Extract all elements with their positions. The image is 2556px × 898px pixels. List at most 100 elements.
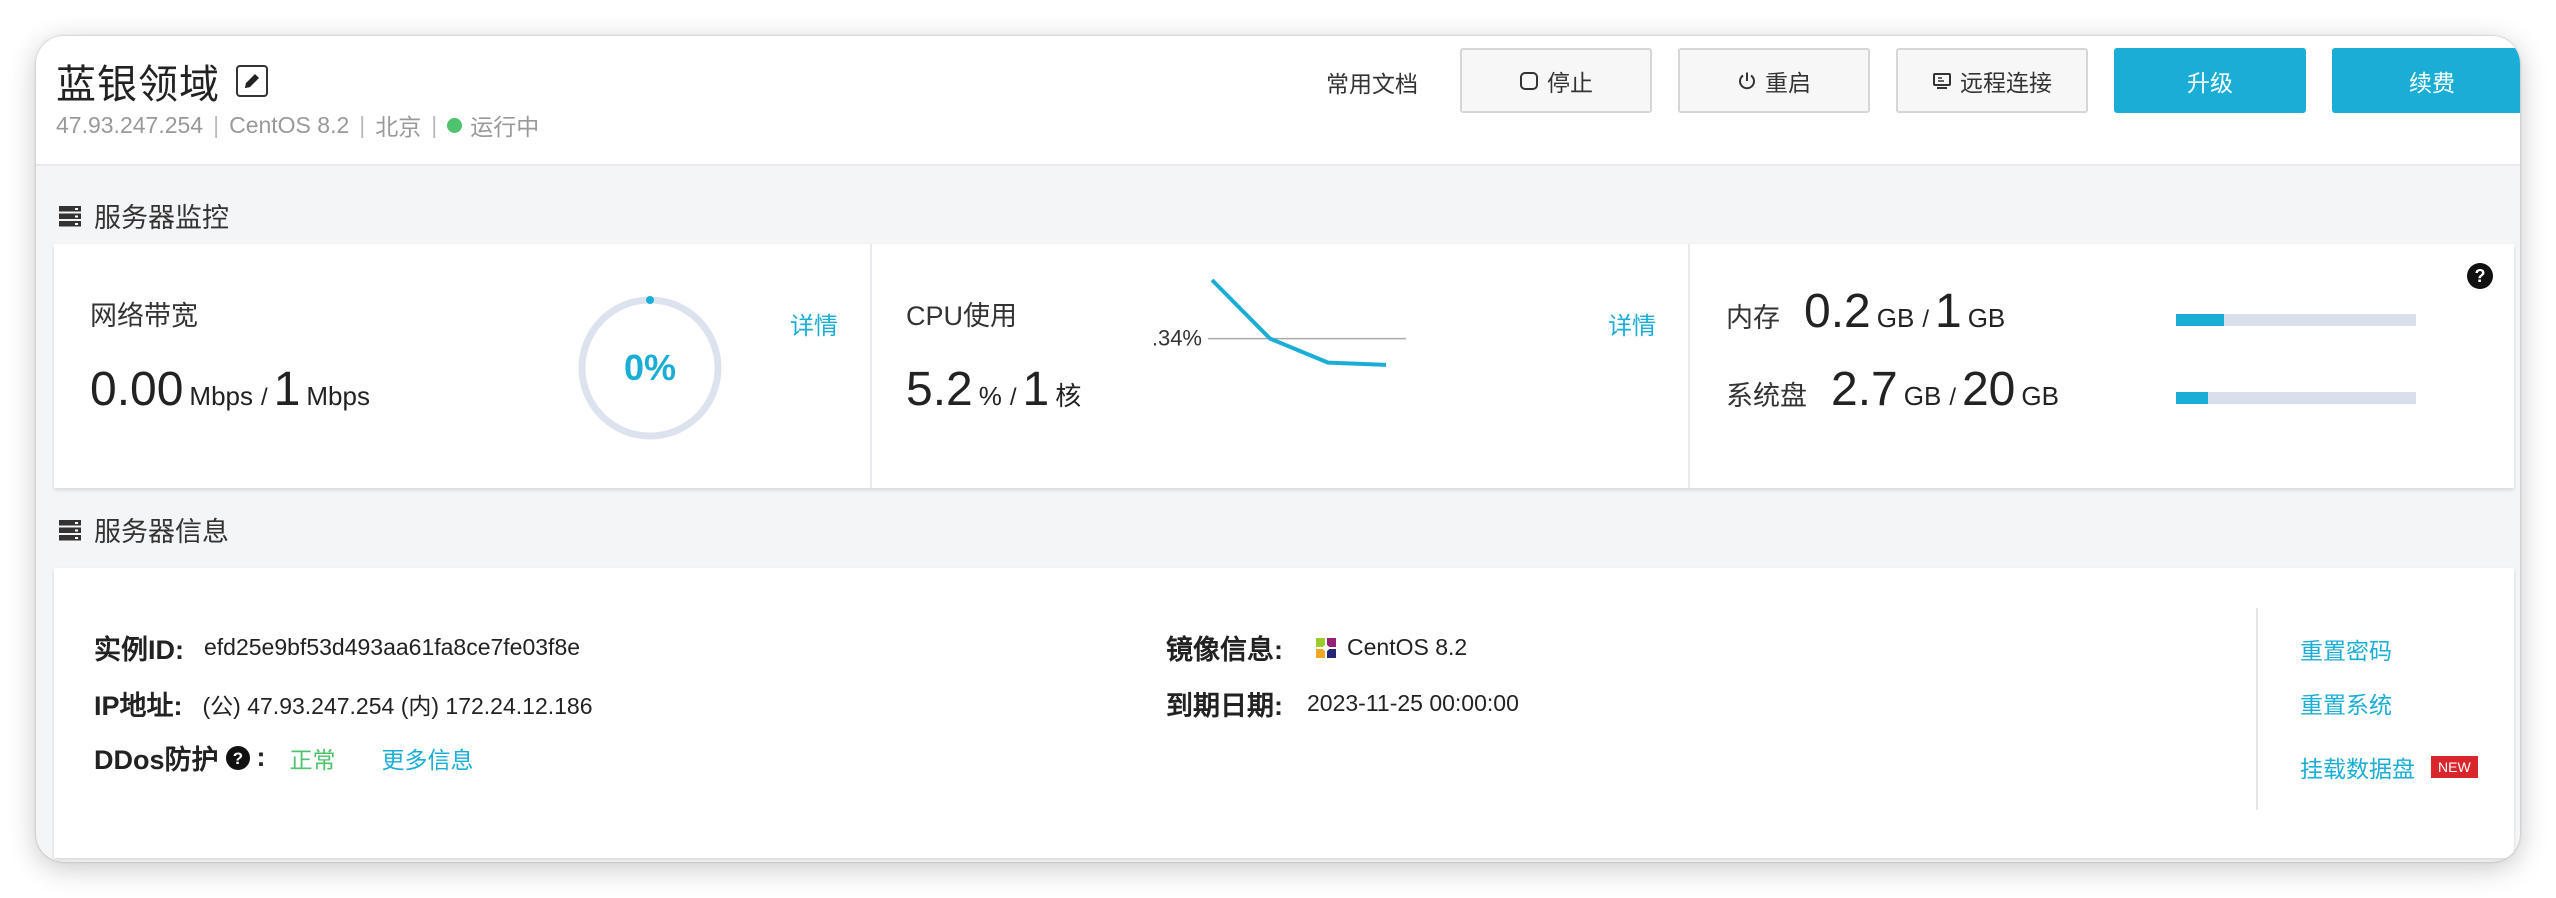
ddos-status: 正常 [289, 746, 336, 773]
bandwidth-percent: 0% [624, 347, 676, 388]
memory-total: 1 [1934, 285, 1962, 338]
actions-divider [2256, 608, 2258, 810]
value-slash: / [1949, 384, 1956, 411]
centos-logo-icon [1316, 637, 1336, 658]
app-window: 蓝银领域 47.93.247.254 | CentOS 8.2 | 北京 | 运… [36, 36, 2520, 862]
cpu-label: CPU使用 [906, 301, 1018, 331]
stop-icon [1520, 71, 1538, 90]
cpu-series-line [1210, 278, 1387, 367]
resource-card: 内存 0.2 GB / 1 GB 系统盘 2.7 GB / 20 GB ? [1690, 244, 2514, 488]
instance-id-value: efd25e9bf53d493aa61fa8ce7fe03f8e [204, 634, 581, 660]
bandwidth-unit: Mbps [189, 381, 253, 411]
gauge-start-dot [646, 296, 654, 304]
disk-usage-fill [2176, 392, 2209, 404]
server-status: 运行中 [470, 114, 540, 140]
title-group: 蓝银领域 [56, 52, 268, 110]
cpu-total-unit: 核 [1055, 381, 1082, 411]
memory-usage-fill [2176, 314, 2224, 326]
monitor-section-title: 服务器监控 [58, 196, 229, 235]
new-badge: NEW [2431, 756, 2478, 778]
remote-connect-button[interactable]: 远程连接 [1896, 48, 2088, 113]
ddos-colon: : [256, 742, 266, 772]
memory-usage-bar [2176, 314, 2416, 326]
bandwidth-card: 网络带宽 0.00 Mbps / 1 Mbps 0% 详情 [54, 244, 872, 488]
memory-label: 内存 [1726, 303, 1780, 333]
reset-password-link[interactable]: 重置密码 [2300, 632, 2392, 666]
disk-label: 系统盘 [1726, 381, 1807, 411]
disk-total-unit: GB [2021, 381, 2059, 411]
stop-button[interactable]: 停止 [1460, 48, 1652, 113]
separator: | [431, 111, 438, 138]
mount-disk-link[interactable]: 挂载数据盘 NEW [2300, 750, 2478, 784]
value-slash: / [261, 384, 268, 411]
image-value: CentOS 8.2 [1347, 634, 1468, 660]
ddos-label: DDos防护 [94, 745, 219, 775]
stop-label: 停止 [1547, 69, 1593, 96]
cpu-value: 5.2 % / 1 核 [906, 362, 1081, 417]
memory-total-unit: GB [1967, 303, 2006, 333]
bandwidth-detail-link[interactable]: 详情 [790, 306, 838, 341]
memory-used: 0.2 [1804, 285, 1871, 338]
cpu-current: 5.2 [906, 363, 973, 416]
expire-label: 到期日期: [1166, 691, 1283, 721]
info-section-title: 服务器信息 [58, 510, 229, 549]
upgrade-label: 升级 [2187, 69, 2233, 96]
cpu-card: CPU使用 5.2 % / 1 核 6.34% 详情 [872, 244, 1690, 488]
server-summary: 47.93.247.254 | CentOS 8.2 | 北京 | 运行中 [56, 108, 539, 142]
separator: | [213, 111, 220, 138]
expire-value: 2023-11-25 00:00:00 [1307, 690, 1519, 716]
ip-row: IP地址: (公) 47.93.247.254 (内) 172.24.12.18… [94, 684, 593, 723]
info-section-label: 服务器信息 [94, 517, 229, 547]
memory-row: 内存 0.2 GB / 1 GB [1726, 284, 2005, 339]
ddos-help-icon[interactable]: ? [225, 745, 251, 771]
pencil-icon [245, 74, 259, 88]
server-name: 蓝银领域 [56, 63, 220, 107]
monitor-section-label: 服务器监控 [94, 203, 229, 233]
ddos-more-link[interactable]: 更多信息 [382, 741, 474, 775]
server-icon [59, 519, 81, 540]
separator: | [359, 111, 366, 138]
reset-system-link[interactable]: 重置系统 [2300, 686, 2392, 720]
bandwidth-current: 0.00 [90, 363, 184, 416]
help-icon[interactable]: ? [2466, 262, 2494, 290]
image-row: 镜像信息: CentOS 8.2 [1166, 628, 1467, 667]
svg-text:?: ? [232, 749, 242, 768]
edit-name-button[interactable] [236, 65, 268, 97]
instance-id-label: 实例ID: [94, 635, 184, 665]
server-header: 蓝银领域 47.93.247.254 | CentOS 8.2 | 北京 | 运… [36, 36, 2520, 166]
disk-row: 系统盘 2.7 GB / 20 GB [1726, 362, 2059, 417]
renew-button[interactable]: 续费 [2332, 48, 2520, 113]
ip-label: IP地址: [94, 691, 183, 721]
power-icon [1739, 72, 1755, 89]
expire-row: 到期日期: 2023-11-25 00:00:00 [1166, 684, 1519, 723]
bandwidth-total-unit: Mbps [306, 381, 370, 411]
mount-disk-label: 挂载数据盘 [2300, 756, 2415, 782]
server-icon [59, 205, 81, 226]
status-dot-icon [447, 117, 463, 133]
restart-button[interactable]: 重启 [1678, 48, 1870, 113]
ddos-row: DDos防护 ? : 正常 更多信息 [94, 738, 474, 777]
memory-value: 0.2 GB / 1 GB [1804, 284, 2005, 339]
disk-unit: GB [1903, 381, 1942, 411]
value-slash: / [1922, 306, 1929, 333]
disk-total: 20 [1961, 363, 2016, 416]
cpu-total: 1 [1022, 363, 1050, 416]
cpu-sparkline: 6.34% [1154, 278, 1406, 367]
svg-text:?: ? [2475, 266, 2486, 286]
remote-connect-label: 远程连接 [1960, 69, 2052, 96]
server-ip: 47.93.247.254 [56, 111, 204, 138]
upgrade-button[interactable]: 升级 [2114, 48, 2306, 113]
memory-unit: GB [1876, 303, 1915, 333]
bandwidth-value: 0.00 Mbps / 1 Mbps [90, 362, 370, 417]
bandwidth-total: 1 [273, 363, 301, 416]
server-region: 北京 [375, 114, 422, 140]
restart-label: 重启 [1765, 69, 1811, 96]
cpu-detail-link[interactable]: 详情 [1608, 306, 1656, 341]
monitor-icon [1933, 72, 1951, 89]
monitor-panel: 网络带宽 0.00 Mbps / 1 Mbps 0% 详情 CPU使用 5.2 … [54, 244, 2514, 488]
renew-label: 续费 [2409, 69, 2455, 96]
value-slash: / [1009, 384, 1017, 411]
bandwidth-label: 网络带宽 [90, 301, 198, 331]
info-panel: 实例ID: efd25e9bf53d493aa61fa8ce7fe03f8e I… [54, 568, 2514, 858]
docs-link[interactable]: 常用文档 [1326, 66, 1418, 102]
